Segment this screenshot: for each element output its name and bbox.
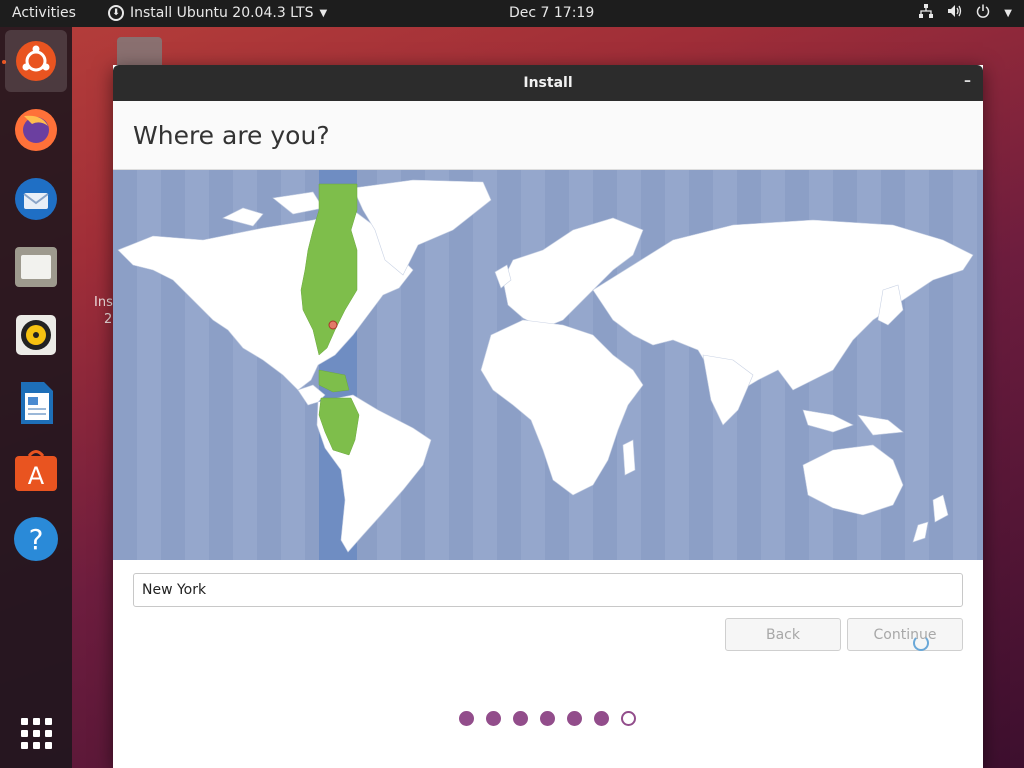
progress-dot-current [621, 711, 636, 726]
app-menu[interactable]: ⬇ Install Ubuntu 20.04.3 LTS ▼ [108, 5, 327, 21]
progress-dot-complete [486, 711, 501, 726]
page-header: Where are you? [113, 101, 983, 170]
progress-dot-complete [513, 711, 528, 726]
network-icon[interactable] [919, 4, 934, 22]
desktop-installer-label[interactable]: Ins 2 [94, 294, 113, 328]
power-icon[interactable] [976, 4, 990, 22]
help-icon[interactable]: ? [12, 515, 60, 563]
minimize-button[interactable]: – [964, 73, 971, 89]
continue-button[interactable]: Continue [847, 618, 963, 651]
progress-dot-complete [540, 711, 555, 726]
activities-button[interactable]: Activities [12, 5, 76, 21]
thunderbird-icon[interactable] [12, 175, 60, 223]
loading-spinner-icon [913, 635, 929, 651]
timezone-input[interactable] [133, 573, 963, 607]
libreoffice-writer-icon[interactable] [12, 379, 60, 427]
rhythmbox-icon[interactable] [12, 311, 60, 359]
install-window: Install – Where are you? New York Back C… [113, 65, 983, 768]
chevron-down-icon: ▼ [319, 7, 328, 19]
progress-dot-complete [459, 711, 474, 726]
app-menu-label: Install Ubuntu 20.04.3 LTS [130, 5, 314, 21]
files-icon[interactable] [12, 243, 60, 291]
timezone-map[interactable] [113, 170, 983, 560]
installer-progress [459, 711, 636, 726]
back-button[interactable]: Back [725, 618, 841, 651]
progress-dot-complete [594, 711, 609, 726]
ubuntu-software-icon[interactable]: A [12, 447, 60, 495]
window-title: Install [523, 75, 573, 91]
volume-icon[interactable] [947, 4, 962, 22]
svg-text:?: ? [29, 523, 44, 556]
installer-icon: ⬇ [108, 5, 124, 21]
window-titlebar[interactable]: Install – [113, 65, 983, 101]
system-tray[interactable]: ▼ [919, 4, 1012, 22]
home-folder-icon[interactable] [117, 37, 162, 67]
firefox-icon[interactable] [12, 106, 60, 154]
page-title: Where are you? [133, 121, 330, 150]
dock: A ? [0, 27, 72, 768]
top-bar: Activities ⬇ Install Ubuntu 20.04.3 LTS … [0, 0, 1024, 27]
svg-text:A: A [28, 462, 45, 490]
show-applications-icon[interactable] [12, 709, 60, 757]
ubuntu-installer-icon[interactable] [5, 30, 67, 92]
chevron-down-icon[interactable]: ▼ [1004, 8, 1012, 19]
progress-dot-complete [567, 711, 582, 726]
clock[interactable]: Dec 7 17:19 [509, 5, 594, 21]
